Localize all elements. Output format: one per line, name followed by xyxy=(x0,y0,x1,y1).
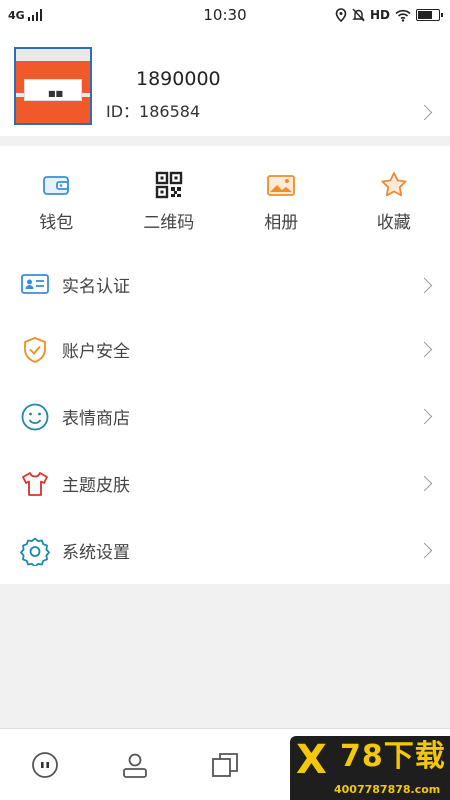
quick-action-favorites[interactable]: 收藏 xyxy=(338,146,450,252)
system-indicators: HD xyxy=(335,8,443,22)
contacts-icon xyxy=(123,753,147,778)
chat-icon xyxy=(32,751,58,778)
chevron-right-icon xyxy=(416,341,433,358)
menu-item-real-name[interactable]: 实名认证 xyxy=(0,252,450,316)
quick-action-album[interactable]: 相册 xyxy=(225,146,338,252)
quick-action-wallet[interactable]: 钱包 xyxy=(0,146,113,252)
quick-actions: 钱包 二维码 相册 收藏 xyxy=(0,146,450,252)
photo-album-icon xyxy=(267,175,296,196)
quick-action-label: 钱包 xyxy=(39,213,74,233)
wifi-icon xyxy=(395,9,411,22)
watermark-logo: X 78下载 4007787878.com xyxy=(290,736,450,800)
tab-contacts[interactable] xyxy=(90,729,180,800)
quick-action-label: 相册 xyxy=(264,213,299,233)
menu-item-account-security[interactable]: 账户安全 xyxy=(0,316,450,383)
profile-header[interactable]: ■■ 1890000 ID：186584 xyxy=(0,30,450,136)
settings-menu: 实名认证 账户安全 表情商店 主题皮肤 系统设置 xyxy=(0,252,450,584)
battery-icon xyxy=(416,9,443,21)
quick-action-qr-code[interactable]: 二维码 xyxy=(113,146,226,252)
network-type: 4G xyxy=(8,8,25,22)
menu-item-label: 系统设置 xyxy=(62,543,130,563)
menu-item-label: 账户安全 xyxy=(62,342,130,362)
discover-icon xyxy=(212,752,238,777)
menu-item-system-settings[interactable]: 系统设置 xyxy=(0,517,450,584)
quick-action-label: 收藏 xyxy=(376,213,411,233)
qr-code-icon xyxy=(155,171,182,199)
avatar[interactable]: ■■ xyxy=(14,47,92,125)
section-divider xyxy=(0,136,450,146)
signal-icon xyxy=(27,9,42,21)
star-icon xyxy=(381,172,407,197)
watermark-x-icon: X xyxy=(296,737,327,783)
network-status: 4G xyxy=(8,9,42,22)
id-card-icon xyxy=(21,274,49,294)
chevron-right-icon xyxy=(416,104,433,121)
status-bar: 4G 10:30 HD xyxy=(0,0,450,30)
smiley-icon xyxy=(21,403,49,430)
chevron-right-icon xyxy=(416,277,433,294)
menu-item-label: 主题皮肤 xyxy=(62,476,130,496)
menu-item-label: 表情商店 xyxy=(62,409,130,429)
hd-label: HD xyxy=(369,8,390,22)
menu-item-label: 实名认证 xyxy=(62,276,130,297)
chevron-right-icon xyxy=(416,542,433,559)
profile-name: 1890000 xyxy=(136,68,221,90)
wallet-icon xyxy=(43,176,70,195)
quick-action-label: 二维码 xyxy=(143,213,195,233)
tshirt-icon xyxy=(22,471,48,496)
gear-icon xyxy=(20,537,50,566)
menu-item-sticker-store[interactable]: 表情商店 xyxy=(0,383,450,450)
chevron-right-icon xyxy=(416,408,433,425)
watermark-brand: 78下载 xyxy=(340,739,446,774)
shield-icon xyxy=(24,336,46,363)
location-icon xyxy=(335,8,347,22)
watermark-url: 4007787878.com xyxy=(334,783,441,796)
chevron-right-icon xyxy=(416,475,433,492)
clock: 10:30 xyxy=(203,6,247,24)
tab-discover[interactable] xyxy=(180,729,270,800)
profile-id: ID：186584 xyxy=(106,102,201,121)
menu-item-theme-skin[interactable]: 主题皮肤 xyxy=(0,450,450,517)
mute-bell-icon xyxy=(352,8,365,22)
tab-chat[interactable] xyxy=(0,729,90,800)
